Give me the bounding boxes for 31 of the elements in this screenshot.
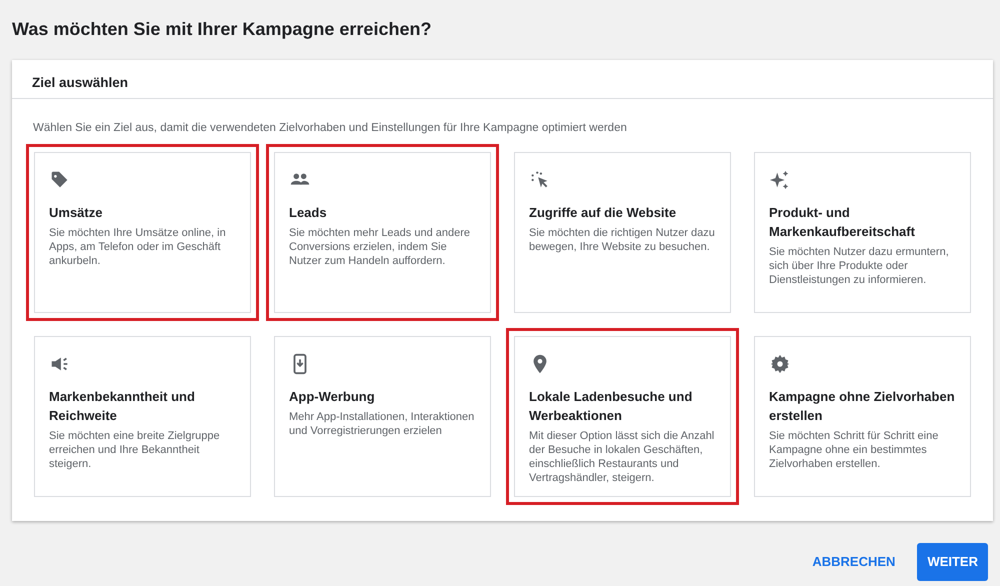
goal-title: Lokale Ladenbesuche und Werbeaktionen [529, 388, 694, 426]
goal-title: App-Werbung [289, 388, 376, 406]
goal-option[interactable]: Umsätze Sie möchten Ihre Umsätze online, in Apps, am Telefon oder im Geschäft ankurbeln. [34, 152, 251, 314]
goal-description: Sie möchten Ihre Umsätze online, in Apps, am Telefon oder im Geschäft ankurbeln. [49, 226, 227, 268]
goal-option[interactable]: Leads Sie möchten mehr Leads und andere Conversions erzielen, indem Sie Nutzer zum Handeln auffordern. [274, 152, 491, 314]
goal-option[interactable]: Zugriffe auf die Website Sie möchten die richtigen Nutzer dazu bewegen, Ihre Website zu besuchen. [514, 152, 731, 314]
panel-title: Ziel auswählen [32, 75, 128, 90]
sparkles-icon [769, 169, 791, 192]
goal-description: Sie möchten mehr Leads und andere Conversions erzielen, indem Sie Nutzer zum Handeln auffordern. [289, 226, 472, 268]
goal-title: Produkt- und Markenkaufbereitschaft [769, 204, 916, 242]
goal-title: Umsätze [49, 204, 104, 222]
goal-title: Zugriffe auf die Website [529, 204, 678, 222]
goal-description: Sie möchten Schritt für Schritt eine Kampagne ohne ein bestimmtes Zielvorhaben erstellen. [769, 429, 940, 472]
goal-option[interactable]: Produkt- und Markenkaufbereitschaft Sie möchten Nutzer dazu ermuntern, sich über Ihre Produkte oder Dienstleistungen zu informieren. [754, 152, 971, 314]
goal-option[interactable]: App-Werbung Mehr App-Installationen, Interaktionen und Vorregistrierungen erzielen [274, 336, 491, 498]
goal-title: Kampagne ohne Zielvorhaben erstellen [769, 388, 956, 426]
goal-description: Sie möchten Nutzer dazu ermuntern, sich über Ihre Produkte oder Dienstleistungen zu informieren. [769, 245, 950, 288]
page-title: Was möchten Sie mit Ihrer Kampagne erreichen? [12, 18, 432, 41]
goal-option[interactable]: Kampagne ohne Zielvorhaben erstellen Sie möchten Schritt für Schritt eine Kampagne ohne ein bestimmtes Zielvorhaben erstellen. [754, 336, 971, 498]
goal-option[interactable]: Markenbekanntheit und Reichweite Sie möchten eine breite Zielgruppe erreichen und Ihre Bekanntheit steigern. [34, 336, 251, 498]
goal-description: Sie möchten die richtigen Nutzer dazu bewegen, Ihre Website zu besuchen. [529, 226, 716, 254]
goal-option[interactable]: Lokale Ladenbesuche und Werbeaktionen Mit dieser Option lässt sich die Anzahl der Besuche in lokalen Geschäften, einschließlich Restaurants und Vertragshändler, steigern. [514, 336, 731, 498]
settings-icon [769, 353, 791, 376]
cancel-button[interactable]: ABBRECHEN [806, 543, 902, 580]
continue-button[interactable]: WEITER [917, 543, 988, 580]
goal-description: Sie möchten eine breite Zielgruppe erreichen und Ihre Bekanntheit steigern. [49, 429, 221, 472]
goal-description: Mehr App-Installationen, Interaktionen und Vorregistrierungen erzielen [289, 410, 476, 438]
goal-title: Markenbekanntheit und Reichweite [49, 388, 196, 426]
goal-description: Mit dieser Option lässt sich die Anzahl der Besuche in lokalen Geschäften, einschließlich Restaurants und Vertragshändler, steigern. [529, 429, 716, 486]
instruction-text: Wählen Sie ein Ziel aus, damit die verwendeten Zielvorhaben und Einstellungen für Ihre Kampagne optimiert werden [33, 121, 628, 136]
goal-title: Leads [289, 204, 328, 222]
